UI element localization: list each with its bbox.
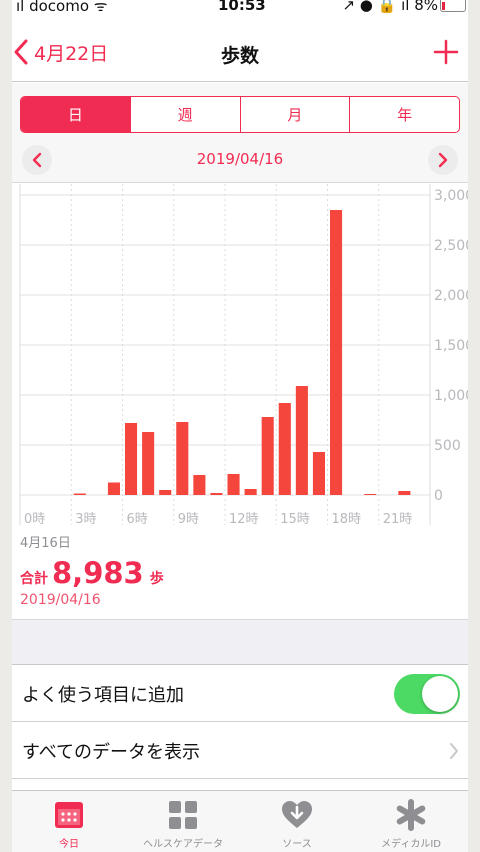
y-tick-label: 1,000 [434, 388, 468, 404]
app-screen: ıl docomo ᯤ 10:53 ↗ ● 🔒 ıl 8% 4月22日 歩数 日… [12, 0, 468, 852]
tab-sources-label: ソース [282, 839, 312, 850]
total-unit: 歩 [149, 571, 164, 587]
status-indicators: ↗ ● 🔒 ıl 8% [342, 0, 438, 14]
calendar-icon [55, 802, 83, 828]
tab-health-data[interactable]: ヘルスケアデータ [126, 791, 240, 852]
bar-12時 [227, 474, 240, 495]
x-tick-label: 15時 [280, 512, 310, 527]
y-tick-label: 0 [434, 488, 443, 504]
day-label: 4月16日 [20, 536, 71, 551]
bar-9時 [176, 422, 189, 495]
y-tick-label: 1,500 [434, 338, 468, 354]
date-navigator: 2019/04/16 [12, 141, 468, 177]
summary-panel: 4月16日 合計 8,983 歩 2019/04/16 [12, 528, 468, 620]
x-tick-label: 12時 [229, 512, 259, 527]
bar-6時 [125, 423, 138, 495]
segment-month[interactable]: 月 [239, 97, 350, 132]
x-tick-label: 6時 [127, 512, 148, 527]
add-to-favorites-label: よく使う項目に追加 [22, 685, 184, 706]
grid-icon [169, 801, 197, 829]
tab-health-data-label: ヘルスケアデータ [143, 839, 223, 850]
steps-bar-chart: 0 500 1,000 1,500 2,000 2,500 3,000 0時 3時 6時 9時 12時… [19, 184, 468, 527]
next-date-button[interactable] [428, 145, 458, 175]
total-label: 合計 [20, 571, 48, 587]
heart-arrow-icon [282, 801, 312, 828]
carrier-label: ıl docomo ᯤ [16, 0, 108, 15]
y-tick-label: 3,000 [434, 188, 468, 204]
bar-11時 [210, 493, 223, 495]
current-date-label: 2019/04/16 [196, 150, 284, 168]
bar-8時 [159, 490, 172, 495]
show-all-data-row[interactable]: すべてのデータを表示 [12, 722, 468, 779]
x-tick-label: 3時 [75, 512, 96, 527]
segment-year[interactable]: 年 [349, 97, 459, 132]
summary-date: 2019/04/16 [20, 592, 101, 608]
y-tick-label: 500 [434, 438, 461, 454]
total-value: 8,983 [52, 556, 144, 590]
y-tick-label: 2,000 [434, 288, 468, 304]
chevron-right-icon [438, 152, 448, 168]
period-selector-area: 日 週 月 年 2019/04/16 [12, 83, 468, 183]
page-title: 歩数 [220, 45, 259, 67]
x-tick-label: 18時 [332, 512, 362, 527]
bar-10時 [193, 475, 206, 495]
status-bar: ıl docomo ᯤ 10:53 ↗ ● 🔒 ıl 8% [12, 0, 468, 22]
bar-18時 [330, 210, 343, 495]
show-all-data-label: すべてのデータを表示 [22, 742, 201, 763]
toggle-knob [422, 676, 458, 712]
x-tick-label: 0時 [24, 512, 45, 527]
asterisk-icon [396, 799, 426, 831]
bar-16時 [295, 386, 308, 495]
bar-20時 [364, 494, 377, 495]
battery-icon [440, 0, 466, 12]
steps-chart: 0 500 1,000 1,500 2,000 2,500 3,000 0時 3時 6時 9時 12時… [12, 184, 468, 529]
tab-today-label: 今日 [59, 839, 79, 850]
section-gap [12, 620, 468, 665]
bar-7時 [142, 432, 155, 495]
tab-medical-id[interactable]: メディカルID [354, 791, 468, 852]
favorites-toggle[interactable] [394, 674, 460, 714]
navigation-bar: 4月22日 歩数 [12, 22, 468, 82]
period-segmented-control: 日 週 月 年 [20, 96, 460, 133]
bar-14時 [261, 417, 274, 495]
clock: 10:53 [218, 0, 266, 14]
tab-medical-id-label: メディカルID [381, 839, 441, 850]
tab-sources[interactable]: ソース [240, 791, 354, 852]
tab-bar: 今日 ヘルスケアデータ ソース メディカルID [12, 790, 468, 852]
total-row: 合計 8,983 歩 [20, 556, 164, 590]
bar-17時 [312, 452, 325, 495]
x-tick-label: 21時 [383, 512, 413, 527]
segment-day[interactable]: 日 [21, 97, 130, 132]
segment-week[interactable]: 週 [129, 97, 240, 132]
bar-5時 [107, 482, 120, 495]
x-tick-label: 9時 [178, 512, 199, 527]
tab-today[interactable]: 今日 [12, 791, 126, 852]
bar-13時 [244, 489, 257, 495]
bar-15時 [278, 403, 291, 495]
add-icon[interactable] [432, 38, 460, 66]
bar-3時 [73, 493, 86, 495]
bar-22時 [398, 491, 411, 495]
y-tick-label: 2,500 [434, 238, 468, 254]
add-to-favorites-row: よく使う項目に追加 [12, 665, 468, 722]
chevron-right-icon [450, 743, 458, 759]
